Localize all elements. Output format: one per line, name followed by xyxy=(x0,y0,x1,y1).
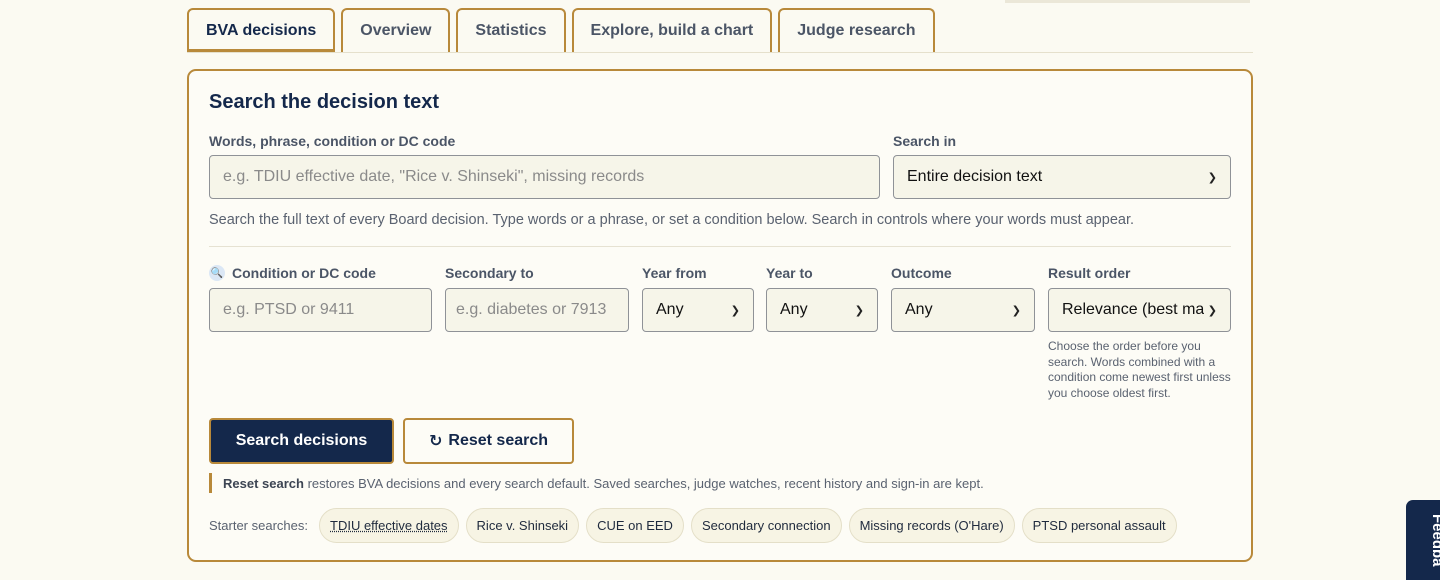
result-order-note: Choose the order before you search. Word… xyxy=(1048,339,1231,400)
chevron-down-icon: ❯ xyxy=(730,304,740,317)
query-input[interactable]: e.g. TDIU effective date, "Rice v. Shins… xyxy=(209,155,880,199)
outcome-label: Outcome xyxy=(891,265,952,281)
panel-title: Search the decision text xyxy=(209,91,440,113)
search-panel: Search the decision text Words, phrase, … xyxy=(187,69,1253,562)
result-order-value: Relevance (best matc xyxy=(1062,301,1204,318)
top-edge-decoration xyxy=(1005,0,1250,3)
secondary-input[interactable]: e.g. diabetes or 7913 xyxy=(445,288,629,332)
tab-bar: BVA decisions Overview Statistics Explor… xyxy=(187,8,935,52)
magnifier-icon: 🔍 xyxy=(209,265,225,281)
tab-statistics[interactable]: Statistics xyxy=(456,8,566,52)
starter-chip-rice[interactable]: Rice v. Shinseki xyxy=(465,508,580,543)
reset-search-label: Reset search xyxy=(448,432,549,449)
reset-search-button[interactable]: ↻ Reset search xyxy=(403,418,574,464)
tab-explore-build-chart[interactable]: Explore, build a chart xyxy=(571,8,773,52)
chevron-down-icon: ❯ xyxy=(1011,304,1021,317)
reset-note-bold: Reset search xyxy=(223,475,304,491)
search-in-label: Search in xyxy=(893,133,957,149)
condition-input[interactable]: e.g. PTSD or 9411 xyxy=(209,288,432,332)
feedback-tab[interactable]: Feedba xyxy=(1406,500,1440,580)
starter-chip-ptsd[interactable]: PTSD personal assault xyxy=(1021,508,1177,543)
reset-note: Reset search restores BVA decisions and … xyxy=(209,473,984,493)
outcome-select[interactable]: Any ❯ xyxy=(891,288,1035,332)
year-from-select[interactable]: Any ❯ xyxy=(642,288,754,332)
tab-bva-decisions[interactable]: BVA decisions xyxy=(187,8,336,52)
condition-label-row: 🔍 Condition or DC code xyxy=(209,265,376,281)
year-from-value: Any xyxy=(656,301,684,318)
secondary-label: Secondary to xyxy=(445,265,534,281)
search-help-text: Search the full text of every Board deci… xyxy=(209,212,1134,228)
result-order-label: Result order xyxy=(1048,265,1131,281)
chevron-down-icon: ❯ xyxy=(1207,304,1217,317)
chevron-down-icon: ❯ xyxy=(854,304,864,317)
year-from-label: Year from xyxy=(642,265,707,281)
condition-label: Condition or DC code xyxy=(232,265,376,281)
search-decisions-button[interactable]: Search decisions xyxy=(209,418,394,464)
reset-icon: ↻ xyxy=(428,433,443,450)
chevron-down-icon: ❯ xyxy=(1207,171,1217,184)
search-in-select[interactable]: Entire decision text ❯ xyxy=(893,155,1231,199)
starter-searches-label: Starter searches: xyxy=(209,518,308,533)
starter-chip-secondary[interactable]: Secondary connection xyxy=(690,508,842,543)
year-to-select[interactable]: Any ❯ xyxy=(766,288,878,332)
starter-chip-cue[interactable]: CUE on EED xyxy=(586,508,684,543)
tab-bar-underline xyxy=(187,52,1253,53)
query-label: Words, phrase, condition or DC code xyxy=(209,133,456,149)
reset-note-text: restores BVA decisions and every search … xyxy=(303,475,984,491)
outcome-value: Any xyxy=(905,301,933,318)
starter-chip-missing-records[interactable]: Missing records (O'Hare) xyxy=(848,508,1015,543)
tab-judge-research[interactable]: Judge research xyxy=(778,8,935,52)
year-to-label: Year to xyxy=(766,265,813,281)
starter-searches: Starter searches: TDIU effective dates R… xyxy=(209,508,1177,543)
tab-overview[interactable]: Overview xyxy=(341,8,451,52)
year-to-value: Any xyxy=(780,301,808,318)
result-order-select[interactable]: Relevance (best matc ❯ xyxy=(1048,288,1231,332)
starter-chip-tdiu[interactable]: TDIU effective dates xyxy=(319,508,459,543)
search-in-value: Entire decision text xyxy=(907,168,1043,185)
section-divider xyxy=(209,246,1231,247)
